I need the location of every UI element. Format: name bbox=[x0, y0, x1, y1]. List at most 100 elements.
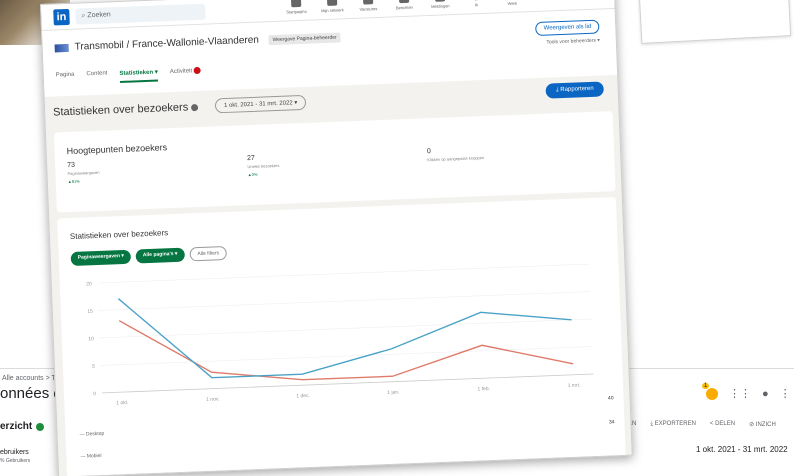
x-tick-label: 1 feb. bbox=[477, 386, 490, 392]
overview-label: erzicht bbox=[0, 421, 33, 432]
legend-label: Desktop bbox=[85, 430, 105, 438]
series-line-desktop[interactable] bbox=[118, 303, 574, 386]
tab-activity[interactable]: Activiteit bbox=[169, 66, 202, 81]
jobs-icon bbox=[362, 0, 374, 5]
metric-filter-dropdown[interactable]: Paginaweergaven ▾ bbox=[70, 249, 132, 266]
y-tick-label: 15 bbox=[87, 309, 93, 315]
tab-label: Activiteit bbox=[169, 68, 193, 76]
alert-dot-icon bbox=[193, 66, 202, 75]
date-range[interactable]: 1 okt. 2021 - 31 mrt. 2022 bbox=[696, 445, 788, 454]
stats-title-text: Statistieken over bezoekers bbox=[52, 101, 189, 119]
metric-button-clicks: 0 Klikken op aangepaste knoppen bbox=[427, 146, 484, 162]
nav-item-notifications[interactable]: Meldingen bbox=[425, 0, 456, 9]
date-range-dropdown[interactable]: 1 okt. 2021 - 31 mrt. 2022 ▾ bbox=[214, 94, 307, 114]
company-name[interactable]: Transmobil / France-Wallonie-Vlaanderen bbox=[74, 35, 259, 53]
metric-label: Unieke bezoekers bbox=[247, 162, 280, 170]
analytics-actions: AAN ⤓ EXPORTEREN < DELEN ⊘ INZICH bbox=[624, 421, 776, 428]
filter-label: Alle pagina's bbox=[142, 251, 174, 259]
admin-tools-dropdown[interactable]: Tools voor beheerders ▾ bbox=[546, 38, 600, 46]
nav-item-me[interactable]: Ik bbox=[461, 0, 492, 8]
visitor-chart-card: Statistieken over bezoekers Paginaweerga… bbox=[57, 197, 626, 476]
metric-unique-visitors: 27 Unieke bezoekers ▲0% bbox=[247, 154, 280, 177]
insights-label: INZICH bbox=[755, 422, 776, 428]
export-button[interactable]: ⤓ EXPORTEREN bbox=[650, 421, 696, 428]
linkedin-logo-icon[interactable]: in bbox=[53, 8, 70, 26]
series-line-mobiel[interactable] bbox=[117, 281, 573, 381]
company-logo bbox=[54, 43, 69, 53]
users-sublabel: % Gebruikers bbox=[0, 458, 31, 464]
nav-item-home[interactable]: Startpagina bbox=[281, 0, 312, 15]
y-tick-label: 5 bbox=[92, 364, 95, 370]
legend-label: Mobiel bbox=[86, 452, 102, 460]
metric-value: 27 bbox=[246, 154, 256, 163]
stats-title: Statistieken over bezoekers bbox=[52, 101, 199, 119]
linkedin-window: in ⌕ Zoeken Startpagina Mijn netwerk Vac… bbox=[40, 0, 633, 476]
verified-check-icon bbox=[36, 422, 45, 431]
tab-content[interactable]: Content bbox=[86, 70, 107, 84]
background-card bbox=[638, 0, 792, 44]
notification-bell-icon[interactable]: 1 bbox=[702, 382, 718, 400]
help-icon[interactable]: ● bbox=[762, 388, 769, 400]
more-menu-icon[interactable]: ⋮ bbox=[780, 387, 791, 400]
metric-label: Klikken op aangepaste knoppen bbox=[427, 155, 485, 163]
view-as-member-button[interactable]: Weergeven als lid bbox=[535, 19, 600, 36]
y-tick-label: 0 bbox=[93, 391, 96, 397]
insights-button[interactable]: ⊘ INZICH bbox=[749, 421, 776, 428]
nav-item-label: Werk bbox=[507, 0, 518, 7]
overview-heading: erzicht bbox=[0, 421, 45, 432]
chart-title: Statistieken over bezoekers bbox=[69, 228, 169, 242]
admin-tools-label: Tools voor beheerders bbox=[546, 37, 597, 46]
admin-view-badge: Weergave Pagina-beheerder bbox=[268, 32, 341, 46]
visitor-line-chart: 20 15 10 5 0 1 okt. 1 nov. 1 dec. 1 jan. 1 feb. 1 … bbox=[86, 263, 594, 406]
nav-item-label: Vacatures bbox=[359, 6, 378, 12]
nav-item-jobs[interactable]: Vacatures bbox=[353, 0, 384, 12]
y-tick-label: 20 bbox=[86, 281, 92, 287]
all-filters-button[interactable]: Alle filters bbox=[189, 246, 228, 262]
gridline bbox=[100, 346, 593, 366]
x-tick-label: 1 jan. bbox=[387, 389, 399, 395]
date-range-label: 1 okt. 2021 - 31 mrt. 2022 bbox=[223, 100, 293, 110]
x-axis bbox=[101, 373, 594, 394]
report-button[interactable]: ⤓ Rapporteren bbox=[545, 81, 604, 99]
nav-item-network[interactable]: Mijn netwerk bbox=[317, 0, 348, 13]
share-button[interactable]: < DELEN bbox=[710, 421, 735, 428]
legend-mobile-total: 34 bbox=[608, 419, 615, 426]
home-icon bbox=[290, 0, 302, 8]
chart-filters: Paginaweergaven ▾ Alle pagina's ▾ Alle f… bbox=[70, 246, 228, 266]
network-icon bbox=[326, 0, 338, 6]
highlights-title: Hoogtepunten bezoekers bbox=[66, 142, 168, 157]
apps-grid-icon[interactable]: ⋮⋮ bbox=[729, 387, 751, 400]
tab-page[interactable]: Pagina bbox=[56, 72, 75, 86]
gridline bbox=[97, 263, 590, 284]
bell-icon bbox=[434, 0, 446, 2]
x-tick-label: 1 dec. bbox=[296, 393, 310, 400]
nav-item-messaging[interactable]: Berichten bbox=[389, 0, 420, 11]
metric-label: Paginaweergaven bbox=[67, 169, 100, 177]
export-label: EXPORTEREN bbox=[654, 421, 696, 427]
report-label: Rapporteren bbox=[560, 85, 594, 94]
x-tick-label: 1 nov. bbox=[206, 396, 219, 403]
search-input[interactable]: ⌕ Zoeken bbox=[75, 3, 206, 25]
tab-analytics[interactable]: Statistieken ▾ bbox=[119, 68, 159, 83]
metric-page-views: 73 Paginaweergaven ▲61% bbox=[67, 161, 100, 184]
info-icon[interactable] bbox=[191, 103, 199, 111]
metric-change: ▲0% bbox=[247, 171, 258, 178]
nav-item-work[interactable]: Werk bbox=[497, 0, 528, 6]
x-tick-label: 1 mrt. bbox=[568, 383, 581, 389]
messaging-icon bbox=[398, 0, 410, 4]
legend-mobile[interactable]: — Mobiel bbox=[80, 453, 101, 460]
y-tick-label: 10 bbox=[88, 336, 94, 342]
highlights-card: Hoogtepunten bezoekers 73 Paginaweergave… bbox=[53, 111, 616, 213]
analytics-toolbar: 1 ⋮⋮ ● ⋮ bbox=[702, 382, 791, 400]
nav-item-label: Mijn netwerk bbox=[321, 7, 344, 14]
nav-item-label: Startpagina bbox=[286, 8, 307, 15]
nav-items: Startpagina Mijn netwerk Vacatures Beric… bbox=[281, 0, 527, 15]
legend-desktop[interactable]: — Desktop bbox=[79, 431, 104, 438]
metric-value: 73 bbox=[67, 161, 76, 170]
nav-item-label: Ik bbox=[474, 2, 479, 8]
filter-label: Paginaweergaven bbox=[77, 253, 121, 261]
users-label: ebruikers bbox=[0, 449, 29, 456]
notification-count: 1 bbox=[702, 382, 710, 389]
pages-filter-dropdown[interactable]: Alle pagina's ▾ bbox=[135, 247, 185, 264]
nav-item-label: Berichten bbox=[395, 4, 413, 11]
